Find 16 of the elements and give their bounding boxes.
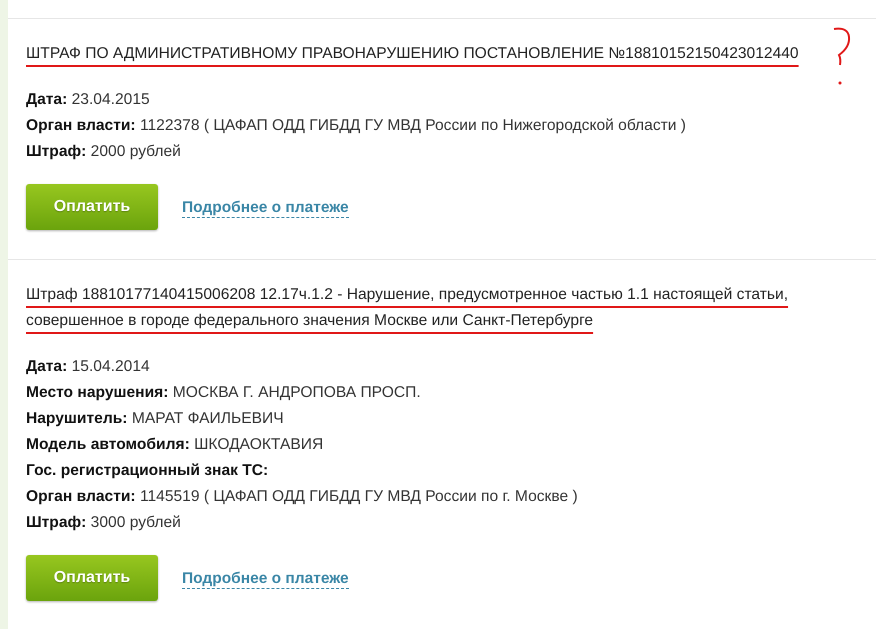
detail-line: Орган власти: 1122378 ( ЦАФАП ОДД ГИБДД ГУ МВД России по Нижегородской области ) <box>26 116 688 136</box>
fine-title: Штраф 18810177140415006208 12.17ч.1.2 - Нарушение, предусмотренное частью 1.1 настоящей статьи, совершенное в городе федерального значения Москве или Санкт-Петербурге <box>26 286 788 329</box>
detail-line: Место нарушения: МОСКВА Г. АНДРОПОВА ПРОСП. <box>26 383 422 403</box>
detail-line: Штраф: 2000 рублей <box>26 142 182 162</box>
pay-button[interactable]: Оплатить <box>26 184 158 230</box>
payment-details-link[interactable]: Подробнее о платеже <box>182 570 349 588</box>
detail-line: Штраф: 3000 рублей <box>26 513 182 533</box>
fine-title: ШТРАФ ПО АДМИНИСТРАТИВНОМУ ПРАВОНАРУШЕНИЮ ПОСТАНОВЛЕНИЕ №18810152150423012440 <box>26 45 799 62</box>
payment-details-link[interactable]: Подробнее о платеже <box>182 198 349 218</box>
pay-button[interactable]: Оплатить <box>26 555 158 601</box>
detail-line: Модель автомобиля: ШКОДАОКТАВИЯ <box>26 435 324 455</box>
detail-line: Орган власти: 1145519 ( ЦАФАП ОДД ГИБДД ГУ МВД России по г. Москве ) <box>26 487 579 507</box>
detail-line: Дата: 15.04.2014 <box>26 357 151 377</box>
detail-line: Гос. регистрационный знак ТС: <box>26 461 270 481</box>
detail-line: Дата: 23.04.2015 <box>26 90 151 110</box>
detail-line: Нарушитель: МАРАТ ФАИЛЬЕВИЧ <box>26 409 285 429</box>
